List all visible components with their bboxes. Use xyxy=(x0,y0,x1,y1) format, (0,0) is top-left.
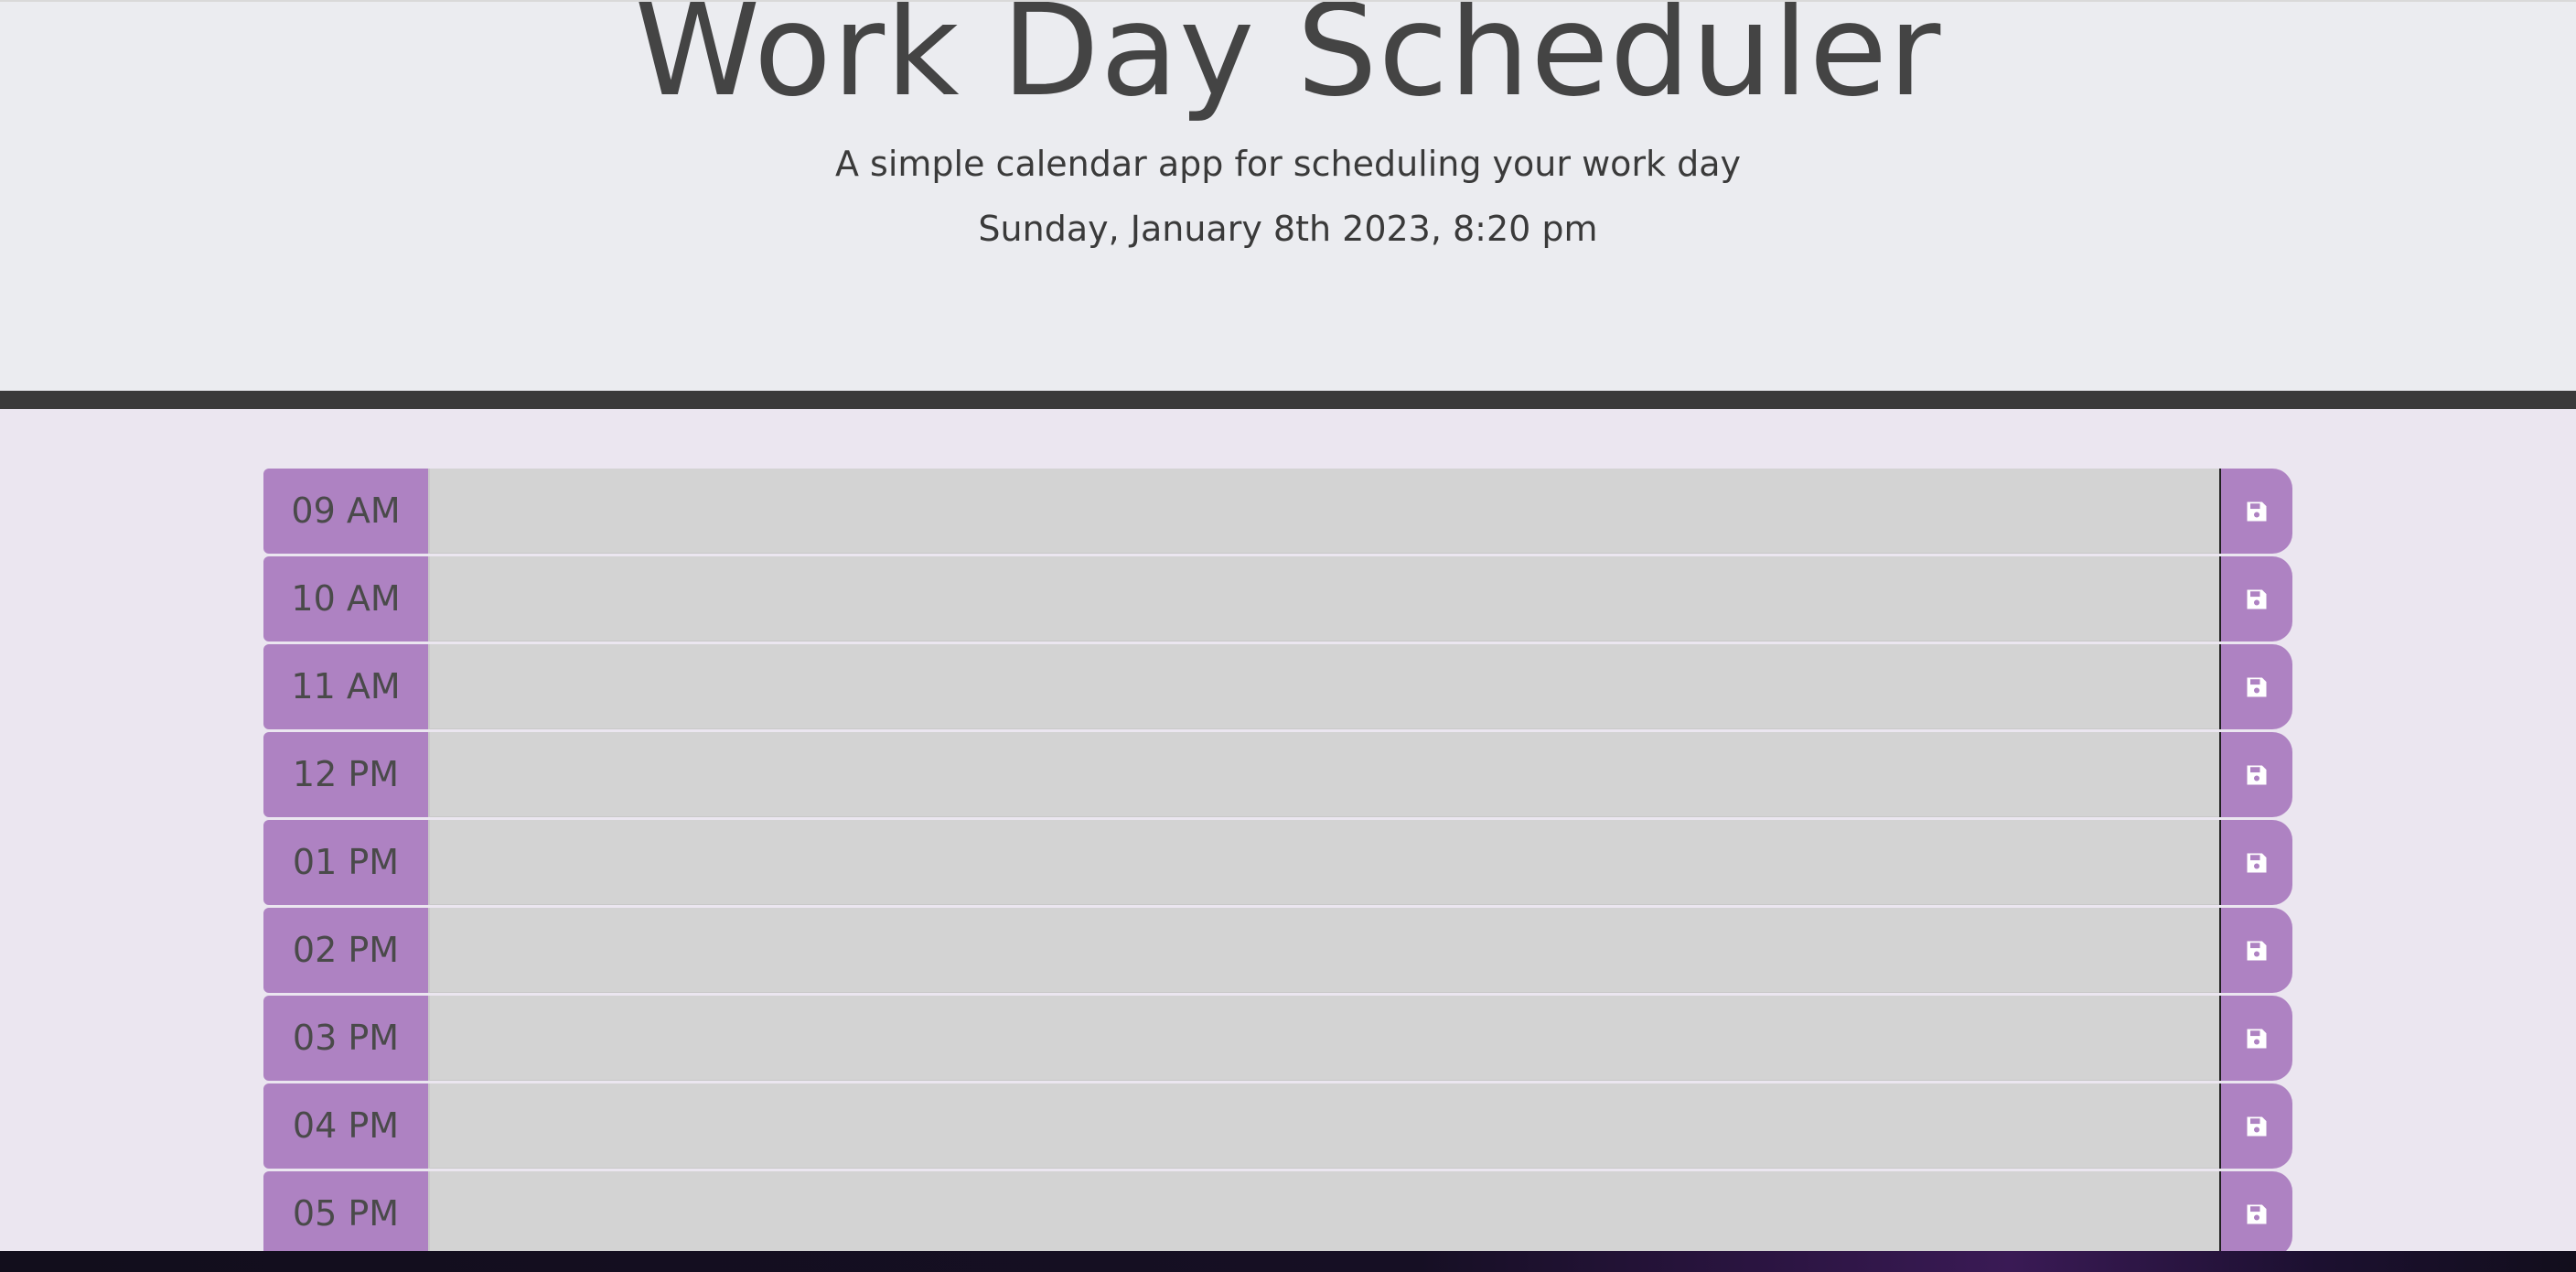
save-icon xyxy=(2247,501,2267,521)
time-block-14: 02 PM xyxy=(263,908,2292,993)
save-icon xyxy=(2247,1116,2267,1136)
save-button[interactable] xyxy=(2219,1171,2292,1256)
time-block-11: 11 AM xyxy=(263,644,2292,729)
schedule: 09 AM 10 AM 11 AM 12 PM 01 PM 02 PM 03 P… xyxy=(263,469,2292,1259)
hour-label: 01 PM xyxy=(263,820,430,905)
hour-label: 04 PM xyxy=(263,1083,430,1169)
time-block-9: 09 AM xyxy=(263,469,2292,554)
save-icon xyxy=(2247,589,2267,609)
page-subtitle: A simple calendar app for scheduling you… xyxy=(834,144,1742,184)
page-title: Work Day Scheduler xyxy=(634,0,1942,124)
description-input[interactable] xyxy=(430,644,2219,729)
current-day: Sunday, January 8th 2023, 8:20 pm xyxy=(978,209,1598,249)
time-block-16: 04 PM xyxy=(263,1083,2292,1169)
hour-label: 03 PM xyxy=(263,996,430,1081)
description-input[interactable] xyxy=(430,1171,2219,1256)
description-input[interactable] xyxy=(430,732,2219,817)
hour-label: 10 AM xyxy=(263,556,430,641)
time-block-13: 01 PM xyxy=(263,820,2292,905)
save-icon xyxy=(2247,765,2267,784)
time-block-15: 03 PM xyxy=(263,996,2292,1081)
save-icon xyxy=(2247,853,2267,872)
save-icon xyxy=(2247,1204,2267,1223)
description-input[interactable] xyxy=(430,556,2219,641)
description-input[interactable] xyxy=(430,996,2219,1081)
save-button[interactable] xyxy=(2219,732,2292,817)
description-input[interactable] xyxy=(430,820,2219,905)
time-block-10: 10 AM xyxy=(263,556,2292,641)
save-icon xyxy=(2247,941,2267,960)
save-button[interactable] xyxy=(2219,820,2292,905)
time-block-17: 05 PM xyxy=(263,1171,2292,1256)
hour-label: 11 AM xyxy=(263,644,430,729)
save-button[interactable] xyxy=(2219,908,2292,993)
header: Work Day Scheduler A simple calendar app… xyxy=(0,0,2576,391)
save-button[interactable] xyxy=(2219,556,2292,641)
save-icon xyxy=(2247,677,2267,696)
os-taskbar xyxy=(0,1251,2576,1272)
save-button[interactable] xyxy=(2219,1083,2292,1169)
description-input[interactable] xyxy=(430,469,2219,554)
description-input[interactable] xyxy=(430,1083,2219,1169)
save-button[interactable] xyxy=(2219,469,2292,554)
hour-label: 02 PM xyxy=(263,908,430,993)
save-button[interactable] xyxy=(2219,996,2292,1081)
hour-label: 09 AM xyxy=(263,469,430,554)
header-divider xyxy=(0,391,2576,409)
save-icon xyxy=(2247,1029,2267,1048)
description-input[interactable] xyxy=(430,908,2219,993)
hour-label: 05 PM xyxy=(263,1171,430,1256)
save-button[interactable] xyxy=(2219,644,2292,729)
time-block-12: 12 PM xyxy=(263,732,2292,817)
hour-label: 12 PM xyxy=(263,732,430,817)
